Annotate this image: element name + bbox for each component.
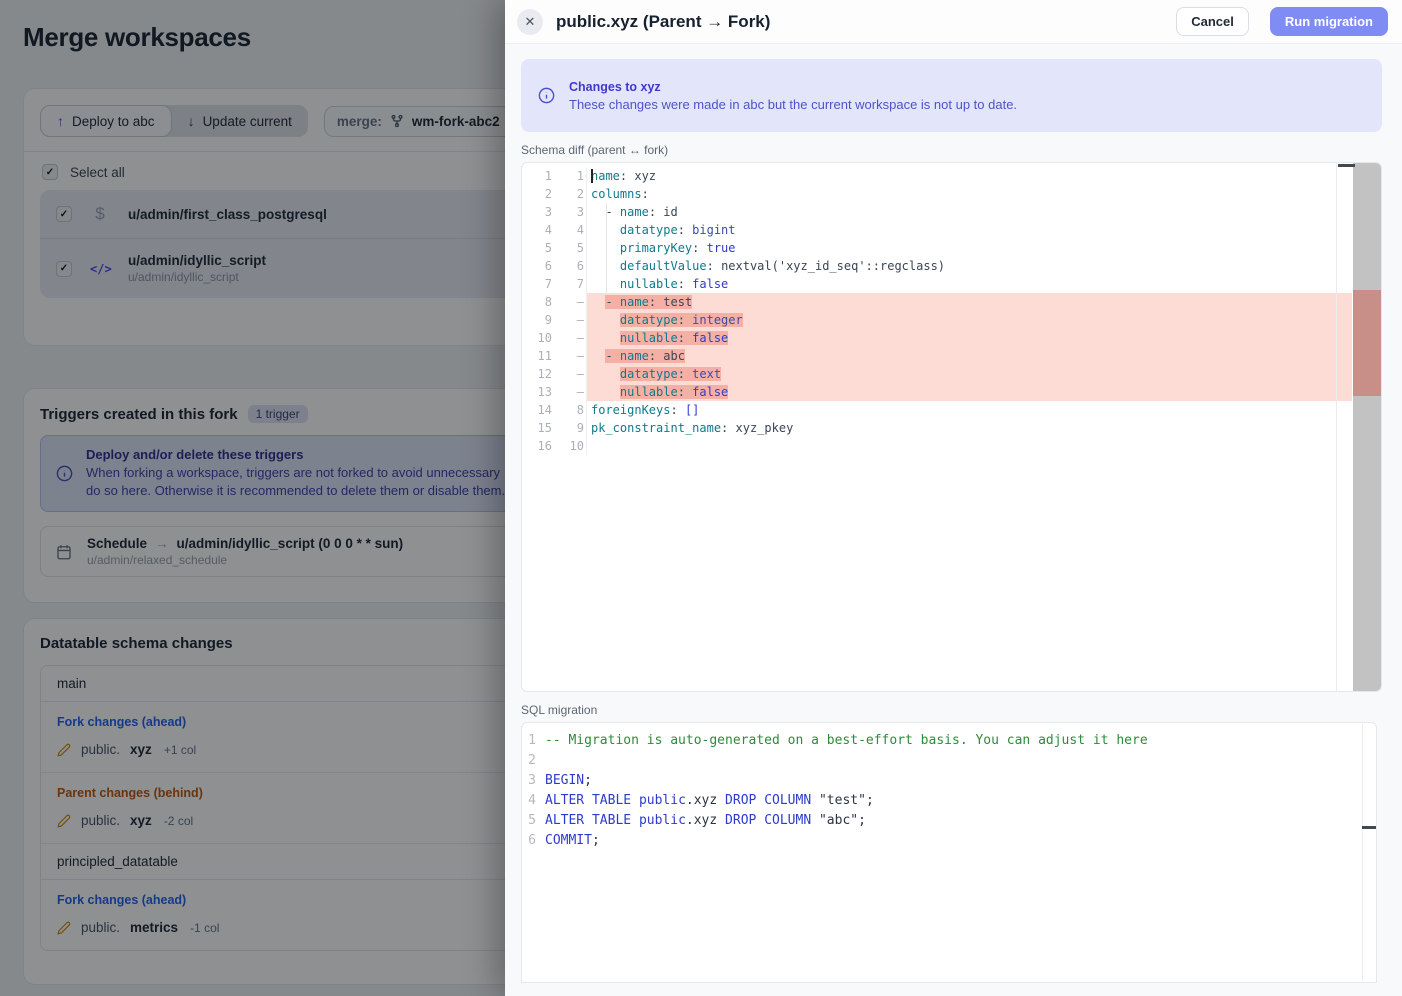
deleted-region-marker — [1353, 290, 1381, 396]
scrollbar-thumb[interactable] — [1338, 164, 1355, 167]
diff-line: 11name: xyz — [522, 167, 1352, 185]
diff-line: 148foreignKeys: [] — [522, 401, 1352, 419]
banner-body: These changes were made in abc but the c… — [569, 97, 1017, 112]
sql-line: 1-- Migration is auto-generated on a bes… — [522, 731, 1376, 751]
close-icon[interactable]: ✕ — [517, 9, 543, 35]
changes-banner: Changes to xyz These changes were made i… — [521, 59, 1382, 132]
scrollbar-thumb[interactable] — [1362, 826, 1376, 829]
scrollbar-track-line — [1362, 724, 1363, 981]
scrollbar-track-line — [1336, 163, 1337, 691]
diff-line: 44 datatype: bigint — [522, 221, 1352, 239]
diff-line: 11– - name: abc — [522, 347, 1352, 365]
diff-line: 22columns: — [522, 185, 1352, 203]
diff-line: 9– datatype: integer — [522, 311, 1352, 329]
drawer-body: Changes to xyz These changes were made i… — [505, 44, 1402, 983]
migration-drawer: ✕ public.xyz (Parent → Fork) Cancel Run … — [505, 0, 1402, 996]
diff-line: 33 - name: id — [522, 203, 1352, 221]
schema-diff-editor[interactable]: 11name: xyz22columns:33 - name: id44 dat… — [521, 162, 1382, 692]
cancel-button[interactable]: Cancel — [1176, 7, 1249, 36]
diff-line: 1610 — [522, 437, 1352, 455]
sql-code: 1-- Migration is auto-generated on a bes… — [522, 723, 1376, 851]
diff-line: 8– - name: test — [522, 293, 1352, 311]
drawer-title: public.xyz (Parent → Fork) — [556, 12, 1163, 32]
schema-diff-label: Schema diff (parent ↔ fork) — [521, 143, 1382, 157]
indent-guide — [606, 203, 607, 293]
run-migration-button[interactable]: Run migration — [1270, 7, 1388, 36]
diff-line: 66 defaultValue: nextval('xyz_id_seq'::r… — [522, 257, 1352, 275]
sql-line: 4ALTER TABLE public.xyz DROP COLUMN "tes… — [522, 791, 1376, 811]
diff-code: 11name: xyz22columns:33 - name: id44 dat… — [522, 163, 1352, 455]
sql-line: 6COMMIT; — [522, 831, 1376, 851]
sql-line: 2 — [522, 751, 1376, 771]
sql-migration-editor[interactable]: 1-- Migration is auto-generated on a bes… — [521, 722, 1377, 983]
diff-line: 12– datatype: text — [522, 365, 1352, 383]
sql-line: 3BEGIN; — [522, 771, 1376, 791]
banner-title: Changes to xyz — [569, 80, 1017, 94]
drawer-header: ✕ public.xyz (Parent → Fork) Cancel Run … — [505, 0, 1402, 44]
diff-line: 159pk_constraint_name: xyz_pkey — [522, 419, 1352, 437]
overview-ruler[interactable] — [1353, 163, 1381, 691]
diff-line: 55 primaryKey: true — [522, 239, 1352, 257]
sql-migration-label: SQL migration — [521, 703, 1382, 717]
diff-line: 13– nullable: false — [522, 383, 1352, 401]
text-cursor — [591, 169, 593, 183]
diff-line: 77 nullable: false — [522, 275, 1352, 293]
diff-line: 10– nullable: false — [522, 329, 1352, 347]
info-icon — [537, 86, 556, 105]
sql-line: 5ALTER TABLE public.xyz DROP COLUMN "abc… — [522, 811, 1376, 831]
